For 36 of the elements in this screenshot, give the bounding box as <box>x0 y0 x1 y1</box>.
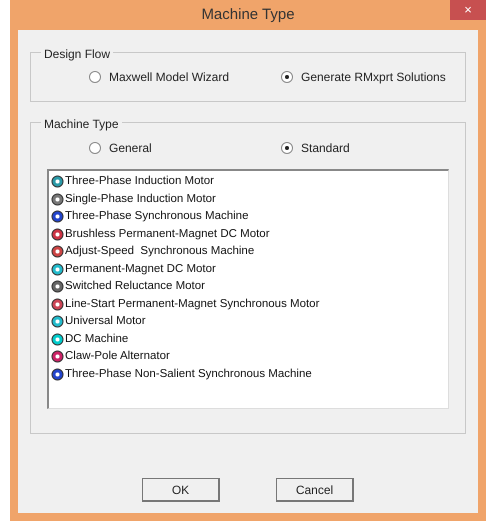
machine-list-item[interactable]: Three-Phase Induction Motor <box>65 173 214 190</box>
machine-list-item[interactable]: Line-Start Permanent-Magnet Synchronous Motor <box>65 296 320 313</box>
radio-button[interactable] <box>89 71 101 83</box>
radio-button[interactable] <box>89 142 101 154</box>
radio-option[interactable]: Generate RMxprt Solutions <box>281 68 465 86</box>
window-title: Machine Type <box>201 4 295 25</box>
machine-list-item[interactable]: DC Machine <box>65 330 128 348</box>
machine-list-item[interactable]: Adjust-Speed Synchronous Machine <box>65 243 254 260</box>
machine-list-item[interactable]: Switched Reluctance Motor <box>65 278 205 296</box>
motor-icon <box>51 175 64 188</box>
machine-list-item[interactable]: Universal Motor <box>65 313 146 330</box>
machine-list-item[interactable]: Three-Phase Synchronous Machine <box>65 208 248 226</box>
radio-option[interactable]: General <box>89 139 281 157</box>
motor-icon <box>51 332 64 346</box>
dialog-button[interactable]: OK <box>142 478 220 502</box>
machine-list-item[interactable]: Single-Phase Induction Motor <box>65 190 216 208</box>
motor-icon <box>51 210 64 224</box>
motor-icon <box>51 262 64 276</box>
motor-icon <box>51 315 64 328</box>
radio-button[interactable] <box>281 142 293 154</box>
motor-icon <box>51 192 64 206</box>
radio-option[interactable]: Maxwell Model Wizard <box>89 68 281 86</box>
close-button[interactable]: × <box>450 0 486 20</box>
motor-icon <box>51 350 64 364</box>
motor-icon <box>51 280 64 294</box>
dialog-button[interactable]: Cancel <box>276 478 354 502</box>
radio-button[interactable] <box>281 71 293 83</box>
machine-list-item[interactable]: Brushless Permanent-Magnet DC Motor <box>65 226 270 243</box>
radio-option[interactable]: Standard <box>281 139 449 157</box>
motor-icon <box>51 298 64 311</box>
machine-list-item[interactable]: Three-Phase Non-Salient Synchronous Machine <box>65 366 312 383</box>
machine-list-item[interactable]: Permanent-Magnet DC Motor <box>65 260 216 278</box>
motor-icon <box>51 368 64 381</box>
motor-icon <box>51 245 64 258</box>
motor-icon <box>51 228 64 241</box>
machine-list-item[interactable]: Claw-Pole Alternator <box>65 348 170 366</box>
